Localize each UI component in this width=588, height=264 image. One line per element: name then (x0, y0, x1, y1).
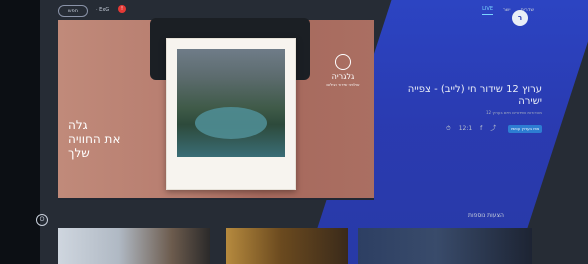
live-icon[interactable]: ! (118, 5, 126, 13)
video-title: ערוץ 12 שידור חי (לייב) - צפייה ישירה (407, 84, 542, 107)
suggestion-thumb[interactable] (58, 228, 210, 264)
suggestion-thumb[interactable] (358, 228, 532, 264)
suggestions-row (58, 228, 532, 264)
site-logo[interactable]: ר (512, 10, 528, 26)
left-edge (0, 0, 40, 264)
landscape-photo (177, 49, 285, 157)
thumb-image (58, 228, 210, 264)
topbar: חפש · ExG ! LIVE ישר שדרים (48, 2, 538, 18)
watch-now-button[interactable]: צפו בערוץ עכשיו (508, 125, 542, 133)
thumb-image (358, 228, 532, 264)
language-selector[interactable]: · ExG (96, 6, 109, 14)
printed-photo (166, 38, 296, 190)
channel-meta: ערוץ 12 שידור חי (לייב) - צפייה ישירה מה… (392, 84, 542, 133)
more-suggestions-title: הצעות נוספות (468, 212, 504, 219)
clock-icon: ⏱ (446, 125, 451, 132)
brand-block: גלגריה אולפני שידור וצילום (316, 54, 370, 100)
search-button[interactable]: חפש (58, 5, 88, 17)
video-frame[interactable]: גלה את החוויה שלך גלגריה אולפני שידור וצ… (58, 18, 374, 198)
views-count: 12:1 (458, 125, 473, 132)
thumb-image (226, 228, 348, 264)
brand-title: גלגריה (331, 72, 355, 81)
nav-live[interactable]: LIVE (482, 4, 493, 15)
meta-row: ⏱ 12:1 f ⤴ צפו בערוץ עכשיו (392, 124, 542, 134)
meta-icons: ⏱ 12:1 f ⤴ (446, 124, 496, 134)
share-icon[interactable]: ⤴ (490, 124, 496, 134)
circle-icon[interactable]: ⭘ (36, 214, 48, 226)
brand-subtitle: אולפני שידור וצילום (326, 82, 360, 87)
facebook-icon[interactable]: f (480, 124, 482, 134)
brand-logo-icon (335, 54, 351, 70)
video-subtitle: מהדורות ושידורים חיים בערוץ 12 (485, 110, 542, 115)
suggestion-thumb[interactable] (226, 228, 348, 264)
player-controls[interactable] (58, 198, 374, 200)
video-player[interactable]: גלה את החוויה שלך גלגריה אולפני שידור וצ… (58, 18, 374, 200)
lake-shape (195, 107, 267, 139)
nav-straight[interactable]: ישר (503, 5, 510, 15)
page: חפש · ExG ! LIVE ישר שדרים ר גלה את החוו… (0, 0, 588, 264)
promo-text: גלה את החוויה שלך (68, 118, 121, 160)
